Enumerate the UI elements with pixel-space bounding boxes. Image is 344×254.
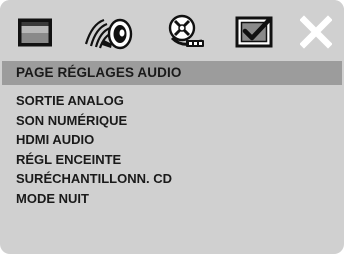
setup-tab-bar (0, 0, 344, 60)
audio-speaker-icon[interactable] (82, 14, 134, 50)
page-title-bar: PAGE RÉGLAGES AUDIO (2, 61, 342, 85)
menu-item-digital-audio[interactable]: SON NUMÉRIQUE (0, 111, 344, 131)
menu-item-speaker-setup[interactable]: RÉGL ENCEINTE (0, 150, 344, 170)
menu-item-night-mode[interactable]: MODE NUIT (0, 189, 344, 209)
menu-item-cd-upsampling[interactable]: SURÉCHANTILLONN. CD (0, 169, 344, 189)
menu-item-analog-output[interactable]: SORTIE ANALOG (0, 91, 344, 111)
video-disc-icon[interactable] (162, 14, 208, 50)
menu-item-hdmi-audio[interactable]: HDMI AUDIO (0, 130, 344, 150)
audio-settings-menu: SORTIE ANALOG SON NUMÉRIQUE HDMI AUDIO R… (0, 91, 344, 208)
audio-setup-screen: PAGE RÉGLAGES AUDIO SORTIE ANALOG SON NU… (0, 0, 344, 254)
page-title: PAGE RÉGLAGES AUDIO (16, 65, 182, 80)
close-icon[interactable] (300, 14, 332, 50)
display-icon[interactable] (17, 14, 53, 50)
preferences-check-icon[interactable] (234, 14, 274, 50)
